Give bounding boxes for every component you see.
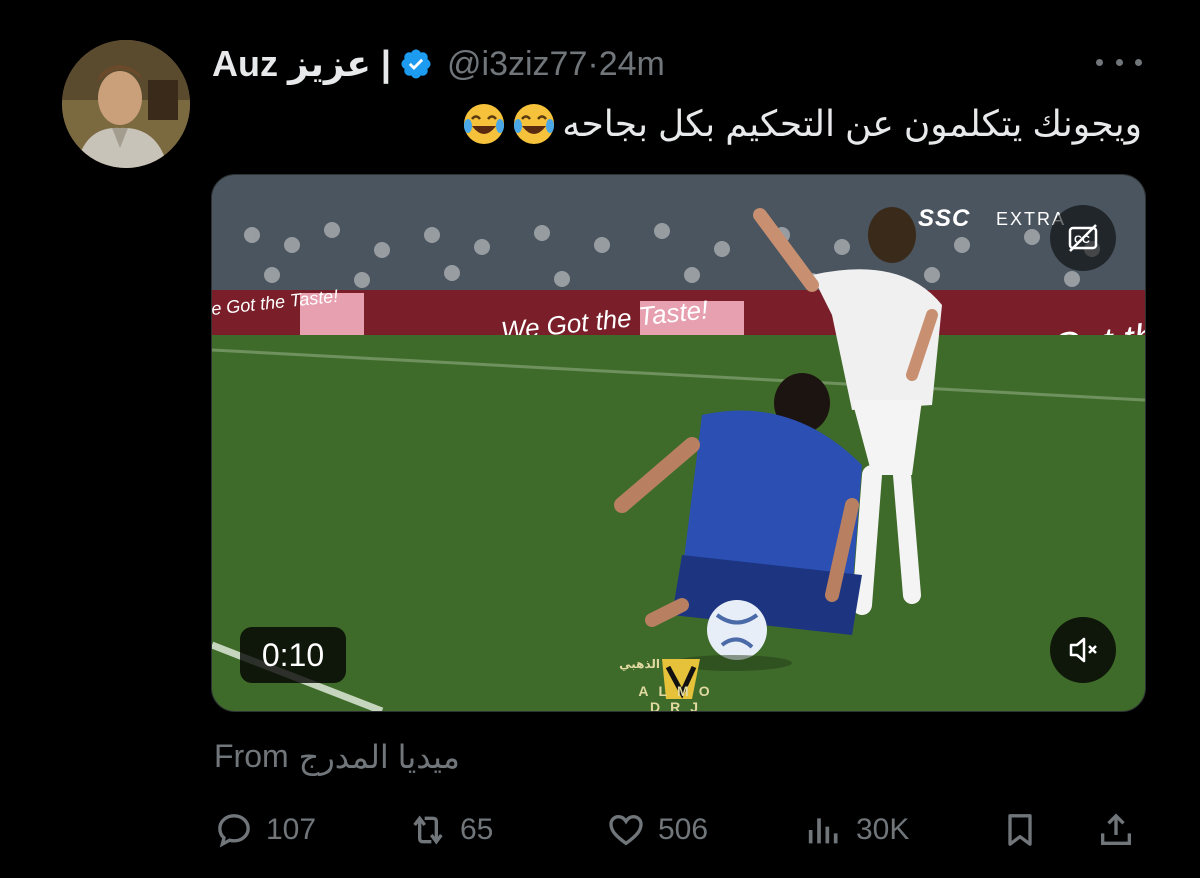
author-name-latin: Auz [212,43,278,84]
bookmark-button[interactable] [1000,800,1040,860]
views-chart-icon [808,818,838,844]
captions-off-icon: CC [1068,224,1098,252]
video-frame: We Got the Taste! We Got the e Got the T… [212,175,1145,711]
unmute-button[interactable] [1050,617,1116,683]
media-source[interactable]: From ميديا المدرج [214,738,460,776]
video-player[interactable]: We Got the Taste! We Got the e Got the T… [211,174,1146,712]
laughing-emoji-icon [464,104,505,144]
more-options-icon[interactable] [1096,50,1142,74]
author-handle[interactable]: @i3ziz77·24m [447,45,665,84]
watermark-text: ALMO DRJ [638,683,720,712]
tweet-text: ويجونك يتكلمون عن التحكيم بكل بجاحه [462,98,1142,150]
handle-text: @i3ziz77 [447,44,588,83]
repost-icon [413,815,443,845]
verified-badge-icon [401,49,431,79]
handle-separator: · [587,44,599,83]
author-display-name[interactable]: Auz | عزيز [212,43,391,85]
views-button[interactable]: 30K [804,800,909,860]
reply-count: 107 [266,813,317,846]
source-name[interactable]: ميديا المدرج [299,738,460,776]
broadcaster-logo: SSC [918,205,971,232]
share-button[interactable] [1096,800,1136,860]
tweet-timestamp[interactable]: 24m [599,45,665,83]
like-count: 506 [658,813,709,846]
avatar-image [62,40,190,168]
like-button[interactable]: 506 [606,800,708,860]
laughing-emoji-icon [514,104,555,144]
watermark-arabic: الذهبي [619,657,660,671]
author-avatar[interactable] [62,40,190,168]
tweet-action-bar: 107 65 506 30K [0,800,1200,860]
author-name-arabic: | عزيز [288,43,391,84]
source-label: From [214,738,289,774]
repost-button[interactable]: 65 [408,800,493,860]
captions-button[interactable]: CC [1050,205,1116,271]
speaker-muted-icon [1069,637,1097,663]
tweet-body: ويجونك يتكلمون عن التحكيم بكل بجاحه [562,103,1142,144]
tweet-header: Auz | عزيز @i3ziz77·24m [212,40,665,88]
reply-button[interactable]: 107 [214,800,316,860]
views-count: 30K [856,813,910,846]
heart-icon [609,814,643,846]
share-icon [1101,813,1131,845]
reply-icon [218,814,250,848]
bookmark-icon [1008,814,1032,846]
video-duration: 0:10 [240,627,346,683]
video-watermark: ALMO DRJ الذهبي [604,653,754,711]
repost-count: 65 [460,813,494,846]
